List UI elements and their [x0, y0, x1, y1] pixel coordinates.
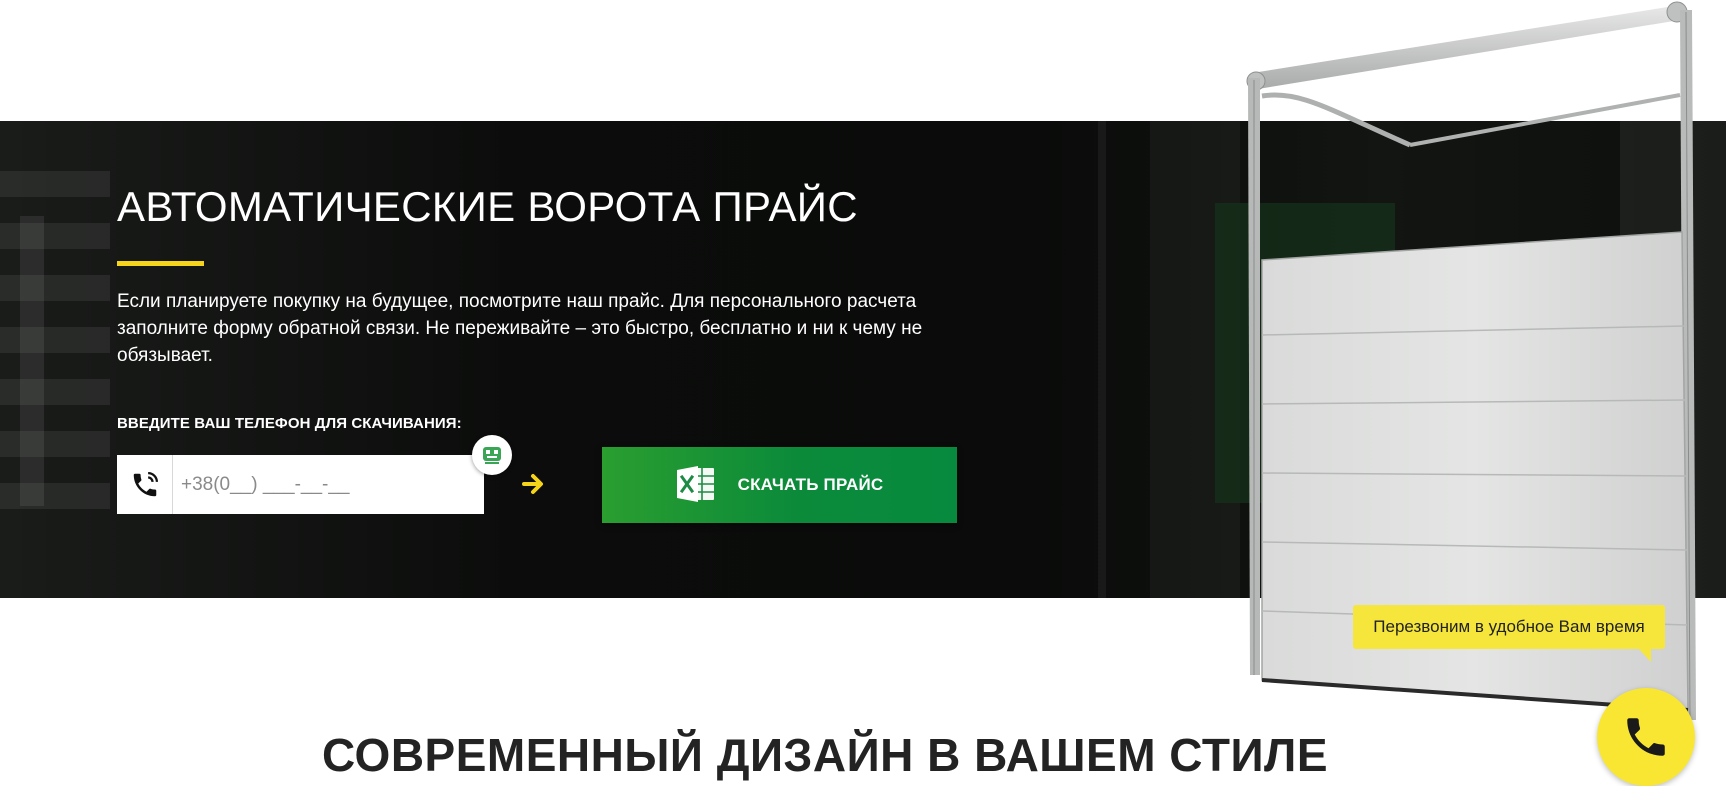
title-underline [117, 261, 204, 266]
autofill-icon[interactable] [472, 435, 512, 475]
section-heading: СОВРЕМЕННЫЙ ДИЗАЙН В ВАШЕМ СТИЛЕ [321, 729, 1329, 781]
excel-icon [676, 465, 716, 506]
download-price-button[interactable]: СКАЧАТЬ ПРАЙС [602, 447, 957, 523]
background-post [1098, 121, 1106, 598]
phone-field [117, 455, 484, 514]
phone-field-label: ВВЕДИТЕ ВАШ ТЕЛЕФОН ДЛЯ СКАЧИВАНИЯ: [117, 415, 462, 432]
callback-tooltip: Перезвоним в удобное Вам время [1353, 605, 1665, 662]
download-button-label: СКАЧАТЬ ПРАЙС [737, 475, 884, 494]
hero-title: АВТОМАТИЧЕСКИЕ ВОРОТА ПРАЙС [117, 183, 858, 230]
background-wall-pattern [0, 171, 110, 521]
phone-handset-icon [117, 455, 173, 514]
phone-input[interactable] [173, 472, 473, 497]
arrow-right-icon [520, 470, 548, 498]
hero-description: Если планируете покупку на будущее, посм… [117, 291, 923, 366]
background-wall-post [20, 216, 44, 506]
